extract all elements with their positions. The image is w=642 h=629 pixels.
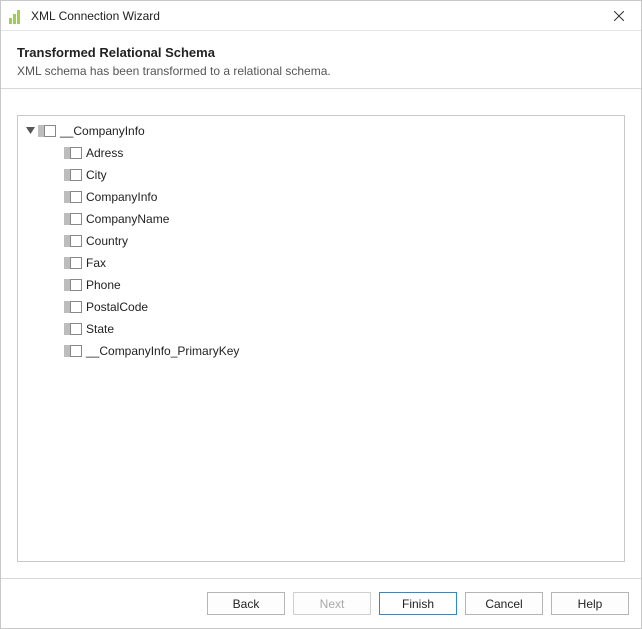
node-label: Country: [86, 234, 128, 248]
close-button[interactable]: [599, 2, 639, 30]
content-area: __CompanyInfo Adress City CompanyInfo C: [1, 89, 641, 578]
column-icon: [64, 345, 82, 357]
schema-tree[interactable]: __CompanyInfo Adress City CompanyInfo C: [17, 115, 625, 562]
table-icon: [38, 125, 56, 137]
column-icon: [64, 147, 82, 159]
help-button[interactable]: Help: [551, 592, 629, 615]
tree-child-row[interactable]: CompanyInfo: [18, 186, 624, 208]
tree-root-row[interactable]: __CompanyInfo: [18, 120, 624, 142]
titlebar: XML Connection Wizard: [1, 1, 641, 31]
back-button[interactable]: Back: [207, 592, 285, 615]
wizard-header: Transformed Relational Schema XML schema…: [1, 31, 641, 89]
tree-child-row[interactable]: PostalCode: [18, 296, 624, 318]
expander-icon[interactable]: [24, 125, 36, 137]
node-label: CompanyName: [86, 212, 169, 226]
node-label: State: [86, 322, 114, 336]
page-subheading: XML schema has been transformed to a rel…: [17, 64, 625, 78]
app-icon: [9, 8, 25, 24]
node-label: Fax: [86, 256, 106, 270]
node-label: City: [86, 168, 107, 182]
page-heading: Transformed Relational Schema: [17, 45, 625, 60]
finish-button[interactable]: Finish: [379, 592, 457, 615]
close-icon: [614, 11, 624, 21]
window-title: XML Connection Wizard: [31, 9, 599, 23]
column-icon: [64, 323, 82, 335]
node-label: PostalCode: [86, 300, 148, 314]
wizard-footer: Back Next Finish Cancel Help: [1, 578, 641, 628]
node-label: CompanyInfo: [86, 190, 157, 204]
tree-child-row[interactable]: City: [18, 164, 624, 186]
node-label: Phone: [86, 278, 121, 292]
tree-child-row[interactable]: Phone: [18, 274, 624, 296]
next-button: Next: [293, 592, 371, 615]
tree-child-row[interactable]: Adress: [18, 142, 624, 164]
tree-child-row[interactable]: CompanyName: [18, 208, 624, 230]
tree-child-row[interactable]: Fax: [18, 252, 624, 274]
node-label: Adress: [86, 146, 123, 160]
cancel-button[interactable]: Cancel: [465, 592, 543, 615]
node-label: __CompanyInfo_PrimaryKey: [86, 344, 239, 358]
column-icon: [64, 301, 82, 313]
tree-child-row[interactable]: Country: [18, 230, 624, 252]
node-label: __CompanyInfo: [60, 124, 145, 138]
column-icon: [64, 235, 82, 247]
column-icon: [64, 257, 82, 269]
column-icon: [64, 279, 82, 291]
tree-child-row[interactable]: __CompanyInfo_PrimaryKey: [18, 340, 624, 362]
column-icon: [64, 191, 82, 203]
column-icon: [64, 169, 82, 181]
tree-child-row[interactable]: State: [18, 318, 624, 340]
column-icon: [64, 213, 82, 225]
dialog-window: XML Connection Wizard Transformed Relati…: [0, 0, 642, 629]
